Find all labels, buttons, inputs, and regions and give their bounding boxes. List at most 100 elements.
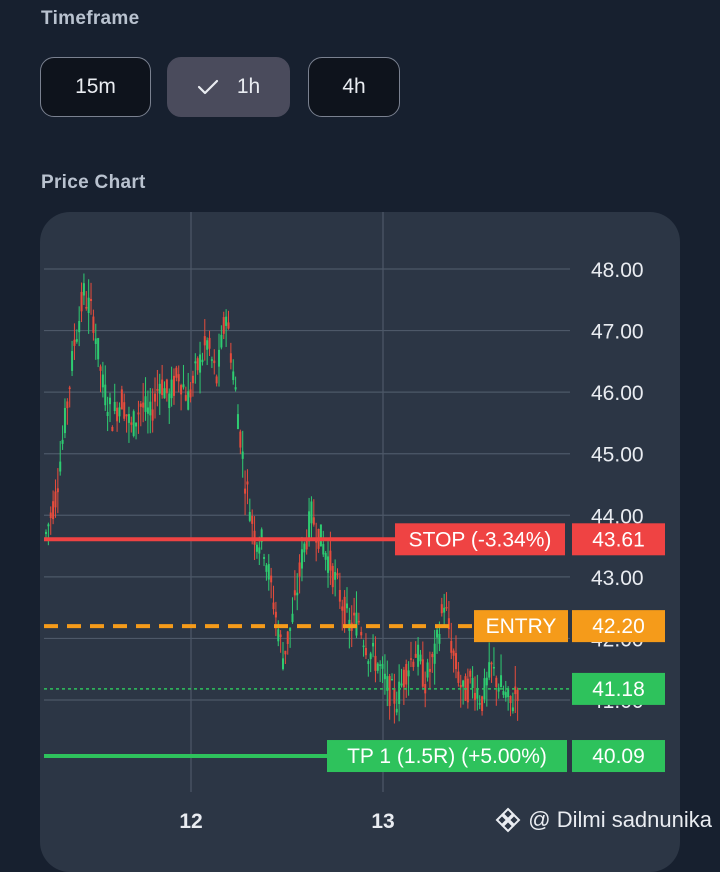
y-tick-label: 47.00 (591, 321, 644, 344)
candle-body (457, 671, 460, 683)
candle-body (142, 402, 145, 408)
candle-body (485, 677, 488, 686)
candle-body (220, 334, 223, 348)
candle-body (478, 703, 481, 705)
candle-body (511, 707, 514, 712)
candle-body (82, 283, 85, 296)
candle-body (232, 371, 235, 381)
candle-body (156, 388, 159, 391)
candle-body (452, 650, 455, 656)
candle-body (364, 647, 367, 656)
candle-body (218, 349, 221, 367)
candle-body (353, 612, 356, 616)
candle-body (213, 360, 216, 364)
candle-body (59, 461, 62, 472)
candle-body (215, 376, 218, 384)
candle-body (170, 379, 173, 399)
candle-body (66, 401, 69, 409)
candle-body (466, 678, 469, 703)
watermark-text: @ Dilmi sadnunika (528, 807, 712, 832)
candle-body (80, 291, 83, 312)
candle-body (417, 644, 420, 667)
candle-body (367, 661, 370, 664)
candle-body (327, 556, 330, 573)
candle-body (165, 379, 168, 394)
candle-body (272, 602, 275, 610)
candle-body (284, 650, 287, 655)
candle-body (462, 680, 465, 687)
candle-body (445, 606, 448, 609)
candle-body (319, 524, 322, 547)
candle-body (182, 384, 185, 388)
candle-body (300, 549, 303, 569)
candle-body (125, 414, 128, 417)
candle-body (421, 659, 424, 687)
timeframe-1h-label: 1h (236, 75, 261, 98)
candle-body (336, 573, 339, 576)
candle-body (61, 439, 64, 444)
candle-body (123, 402, 126, 419)
candle-body (225, 316, 228, 326)
candle-body (244, 488, 247, 494)
candle-body (343, 596, 346, 627)
candle-body (132, 411, 135, 436)
y-tick-label: 48.00 (591, 259, 644, 282)
candle-body (488, 662, 491, 678)
candle-body (154, 393, 157, 402)
candle-body (234, 387, 237, 390)
current-price-tag-text: 41.18 (592, 678, 645, 701)
candle-body (409, 658, 412, 660)
candle-body (106, 412, 109, 417)
candle-body (388, 676, 391, 706)
candle-body (49, 512, 52, 519)
timeframe-4h-label: 4h (342, 75, 366, 98)
candle-body (222, 317, 225, 334)
candle-body (139, 403, 142, 407)
price-chart-canvas[interactable]: 48.0047.0046.0045.0044.0043.0042.0041.00… (40, 212, 680, 872)
candle-body (438, 633, 441, 644)
candle-body (56, 488, 59, 493)
candle-body (229, 353, 232, 363)
candle-body (310, 501, 313, 524)
candle-body (459, 684, 462, 688)
candle-body (471, 677, 474, 688)
candle-body (492, 666, 495, 669)
candle-body (282, 658, 284, 670)
candle-body (97, 338, 100, 360)
timeframe-15m-label: 15m (75, 75, 116, 98)
candle-body (341, 606, 344, 611)
candle-body (236, 414, 239, 430)
candle-body (405, 664, 408, 685)
candle-body (203, 336, 206, 346)
candle-body (45, 531, 47, 535)
candle-body (146, 407, 149, 414)
candle-body (436, 629, 439, 638)
candle-body (514, 686, 517, 695)
timeframe-1h-button[interactable]: 1h (167, 57, 290, 117)
candle-body (75, 339, 78, 342)
candle-body (201, 359, 204, 363)
candle-body (85, 307, 88, 309)
candle-body (99, 366, 102, 371)
candle-body (296, 592, 299, 596)
timeframe-4h-button[interactable]: 4h (308, 57, 400, 117)
y-tick-label: 43.00 (591, 567, 644, 590)
candle-body (369, 653, 372, 660)
candle-body (374, 655, 377, 671)
timeframe-15m-button[interactable]: 15m (40, 57, 151, 117)
candle-body (210, 359, 213, 361)
candle-body (52, 501, 55, 520)
candle-body (78, 320, 81, 333)
candle-body (71, 351, 74, 371)
candle-body (263, 557, 266, 559)
candle-body (391, 678, 394, 681)
candle-body (322, 544, 325, 555)
candle-body (412, 661, 415, 667)
candle-body (92, 316, 95, 333)
candle-body (289, 627, 292, 631)
timeframe-title: Timeframe (41, 8, 140, 29)
candle-body (267, 564, 270, 580)
candle-body (516, 689, 519, 702)
candle-body (440, 604, 443, 614)
entry-label-text: ENTRY (486, 615, 557, 638)
